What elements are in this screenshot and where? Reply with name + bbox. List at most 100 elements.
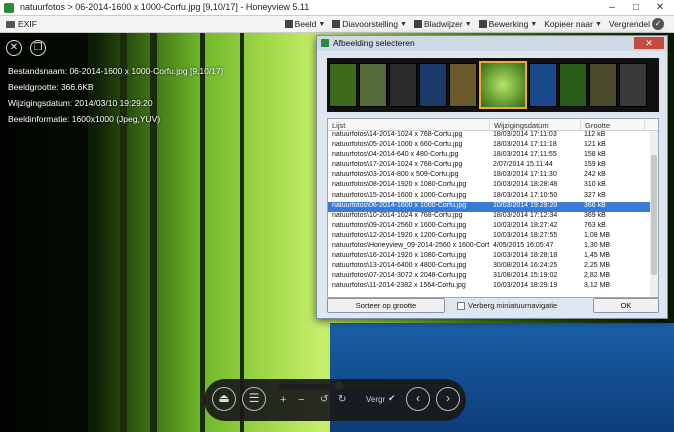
file-list[interactable]: Lijst Wijzigingsdatum Grootte natuurfoto… [327,118,659,298]
zoom-in-button[interactable]: + [280,394,286,406]
list-row[interactable]: natuurfotos\05-2014-1000 x 660-Corfu.jpg… [328,141,658,151]
column-header-date[interactable]: Wijzigingsdatum [490,119,581,130]
exif-toggle[interactable]: EXIF [6,19,37,29]
thumbnail[interactable] [419,63,447,107]
next-button[interactable]: › [436,387,460,411]
close-button[interactable]: ✕ [648,0,672,15]
date-cell: 18/03/2014 17:11:55 [493,151,557,159]
photo-tree [200,33,205,432]
thumbnail[interactable] [329,63,357,107]
size-cell: 1,30 MB [584,242,611,250]
date-cell: 10/03/2014 18:27:42 [493,221,558,229]
date-cell: 18/03/2014 17:11:03 [493,131,557,138]
file-name-cell: natuurfotos\14-2014-1024 x 768-Corfu.jpg [332,131,463,138]
thumbnail[interactable] [589,63,617,107]
menu-vergrendel[interactable]: Vergrendel ✓ [609,18,664,30]
thumbnail[interactable] [529,63,557,107]
rotate-right-icon[interactable]: ↻ [338,394,346,405]
date-cell: 10/03/2014 18:29:19 [493,282,558,290]
info-filename: Bestandsnaam: 06-2014-1600 x 1000-Corfu.… [8,66,224,76]
size-cell: 112 kB [584,131,606,138]
thumbnail[interactable] [559,63,587,107]
list-scrollbar[interactable] [650,131,658,297]
list-row[interactable]: natuurfotos\03-2014-800 x 509-Corfu.jpg 1… [328,171,658,181]
thumbnail[interactable] [359,63,387,107]
date-cell: 2/07/2014 15:11:44 [493,161,553,169]
chevron-down-icon: ▼ [530,20,538,28]
list-row[interactable]: natuurfotos\07-2014-3072 x 2048-Corfu.jp… [328,272,658,282]
size-cell: 327 kB [584,191,606,199]
menu-icon[interactable]: ☰ [242,387,266,411]
date-cell: 10/03/2014 19:29:20 [493,201,558,209]
size-cell: 310 kB [584,181,606,189]
check-icon[interactable]: ✔ [388,393,396,404]
slideshow-icon [332,20,341,28]
list-row[interactable]: natuurfotos\04-2014-640 x 480-Corfu.jpg 1… [328,151,658,161]
menu-kopieer-naar[interactable]: Kopieer naar ▼ [544,19,602,29]
list-row[interactable]: natuurfotos\Honeyview_09-2014-2560 x 160… [328,242,658,252]
list-row[interactable]: natuurfotos\12-2014-1920 x 1200-Corfu.jp… [328,232,658,242]
list-row-selected[interactable]: natuurfotos\06-2014-1600 x 1000-Corfu.jp… [328,201,658,212]
thumbnail[interactable] [449,63,477,107]
previous-button[interactable]: ‹ [406,387,430,411]
exif-label: EXIF [18,19,37,29]
info-size: Beeldgrootte: 366.6KB [8,82,94,92]
date-cell: 10/03/2014 18:27:55 [493,231,558,239]
date-cell: 10/03/2014 18:28:18 [493,252,558,260]
date-cell: 18/03/2014 17:10:50 [493,191,558,199]
list-row[interactable]: natuurfotos\17-2014-1024 x 768-Corfu.jpg… [328,161,658,171]
size-cell: 369 kB [584,211,606,219]
dialog-close-button[interactable]: ✕ [634,37,664,49]
copy-icon[interactable]: ❐ [30,40,46,56]
list-row[interactable]: natuurfotos\14-2014-1024 x 768-Corfu.jpg… [328,131,658,141]
size-cell: 159 kB [584,161,606,169]
checkbox-box[interactable] [457,301,465,310]
menu-bar: EXIF Beeld ▼ Diavoorstelling ▼ Bladwijzer ▼… [0,16,674,33]
size-cell: 1,08 MB [584,231,611,239]
scrollbar-thumb[interactable] [651,155,657,275]
hide-thumbnail-nav-checkbox[interactable]: Verberg miniatuurnavigatie [457,301,557,310]
list-rows: natuurfotos\14-2014-1024 x 768-Corfu.jpg… [328,131,658,293]
minimize-button[interactable]: – [600,0,624,15]
chevron-down-icon: ▼ [318,20,326,28]
thumbnail[interactable] [619,63,647,107]
close-overlay-button[interactable]: ✕ [6,40,22,56]
rotate-left-icon[interactable]: ↺ [320,394,328,405]
maximize-button[interactable]: □ [624,0,648,15]
size-cell: 2,25 MB [584,262,611,270]
list-row[interactable]: natuurfotos\10-2014-1024 x 768-Corfu.jpg… [328,212,658,222]
column-header-list[interactable]: Lijst [328,119,490,130]
eject-icon[interactable]: ⏏ [212,387,236,411]
thumbnail[interactable] [389,63,417,107]
zoom-out-button[interactable]: − [298,394,304,406]
photo-tree [120,33,127,432]
file-name-cell: natuurfotos\15-2014-1600 x 1000-Corfu.jp… [332,191,467,199]
ok-button[interactable]: OK [593,298,659,313]
list-row[interactable]: natuurfotos\16-2014-1920 x 1080-Corfu.jp… [328,252,658,262]
info-overlay [0,33,88,432]
menu-bladwijzer[interactable]: Bladwijzer ▼ [413,19,472,29]
bookmark-icon [413,20,422,28]
list-row[interactable]: natuurfotos\09-2014-2560 x 1600-Corfu.jp… [328,222,658,232]
list-row[interactable]: natuurfotos\15-2014-1600 x 1000-Corfu.jp… [328,192,658,202]
image-icon [284,20,293,28]
app-icon [4,3,14,13]
sort-by-size-button[interactable]: Sorteer op grootte [327,298,445,313]
list-row[interactable]: natuurfotos\08-2014-1920 x 1080-Corfu.jp… [328,181,658,191]
size-cell: 2,82 MB [584,272,611,280]
info-date: Wijzigingsdatum: 2014/03/10 19:29:20 [8,98,153,108]
menu-bewerking[interactable]: Bewerking ▼ [478,19,538,29]
window-controls: – □ ✕ [600,0,672,15]
menu-diavoorstelling[interactable]: Diavoorstelling ▼ [332,19,407,29]
file-name-cell: natuurfotos\05-2014-1000 x 660-Corfu.jpg [332,141,463,149]
file-name-cell: natuurfotos\06-2014-1600 x 1000-Corfu.jp… [332,201,467,209]
list-row[interactable]: natuurfotos\11-2014-2382 x 1564-Corfu.jp… [328,282,658,292]
fit-label[interactable]: Vergr [366,395,385,404]
thumbnail-selected[interactable] [479,61,527,109]
size-cell: 242 kB [584,171,606,179]
menu-beeld[interactable]: Beeld ▼ [284,19,326,29]
column-header-size[interactable]: Grootte [581,119,645,130]
size-cell: 3,12 MB [584,282,611,290]
list-row[interactable]: natuurfotos\13-2014-6400 x 4800-Corfu.jp… [328,262,658,272]
size-cell: 158 kB [584,151,606,159]
